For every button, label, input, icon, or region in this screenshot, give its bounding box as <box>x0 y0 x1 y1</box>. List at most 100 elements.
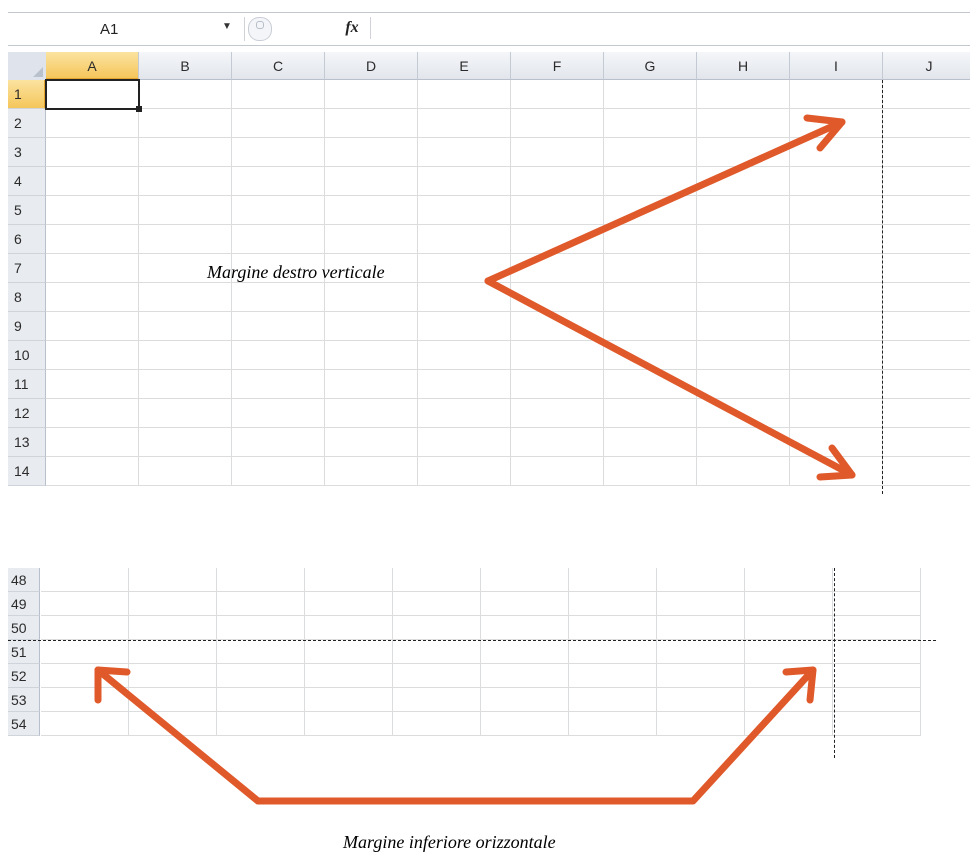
row-header-8[interactable]: 8 <box>8 283 46 312</box>
grid-cell[interactable] <box>305 616 393 640</box>
column-header-d[interactable]: D <box>325 52 418 80</box>
grid-cell[interactable] <box>41 640 129 664</box>
grid-cell[interactable] <box>569 712 657 736</box>
cell-e13[interactable] <box>418 428 511 457</box>
grid-cell[interactable] <box>305 568 393 592</box>
cell-h8[interactable] <box>697 283 790 312</box>
cell-a14[interactable] <box>46 457 139 486</box>
cell-e11[interactable] <box>418 370 511 399</box>
cell-c11[interactable] <box>232 370 325 399</box>
cell-e12[interactable] <box>418 399 511 428</box>
cell-d8[interactable] <box>325 283 418 312</box>
cell-d14[interactable] <box>325 457 418 486</box>
fill-handle[interactable] <box>136 106 142 112</box>
grid-cell[interactable] <box>569 592 657 616</box>
cell-e14[interactable] <box>418 457 511 486</box>
cell-g11[interactable] <box>604 370 697 399</box>
row-header-3[interactable]: 3 <box>8 138 46 167</box>
column-header-f[interactable]: F <box>511 52 604 80</box>
cell-j6[interactable] <box>883 225 970 254</box>
cell-g4[interactable] <box>604 167 697 196</box>
column-header-j[interactable]: J <box>883 52 970 80</box>
cell-i11[interactable] <box>790 370 883 399</box>
cell-d4[interactable] <box>325 167 418 196</box>
grid-cell[interactable] <box>217 616 305 640</box>
cell-e4[interactable] <box>418 167 511 196</box>
cell-h11[interactable] <box>697 370 790 399</box>
cell-e8[interactable] <box>418 283 511 312</box>
column-header-h[interactable]: H <box>697 52 790 80</box>
cell-c12[interactable] <box>232 399 325 428</box>
cell-i3[interactable] <box>790 138 883 167</box>
cell-h10[interactable] <box>697 341 790 370</box>
cell-i5[interactable] <box>790 196 883 225</box>
cell-d1[interactable] <box>325 80 418 109</box>
cell-b6[interactable] <box>139 225 232 254</box>
cell-h6[interactable] <box>697 225 790 254</box>
grid-cell[interactable] <box>657 688 745 712</box>
cell-a6[interactable] <box>46 225 139 254</box>
grid-cell[interactable] <box>569 688 657 712</box>
cell-i8[interactable] <box>790 283 883 312</box>
cell-b4[interactable] <box>139 167 232 196</box>
cell-c5[interactable] <box>232 196 325 225</box>
cell-f7[interactable] <box>511 254 604 283</box>
cell-b1[interactable] <box>139 80 232 109</box>
grid-cell[interactable] <box>41 568 129 592</box>
cell-j7[interactable] <box>883 254 970 283</box>
cell-i6[interactable] <box>790 225 883 254</box>
cell-g2[interactable] <box>604 109 697 138</box>
grid-cell[interactable] <box>41 664 129 688</box>
cell-b14[interactable] <box>139 457 232 486</box>
row-header-10[interactable]: 10 <box>8 341 46 370</box>
cell-c9[interactable] <box>232 312 325 341</box>
row-header-52[interactable]: 52 <box>8 664 40 688</box>
cell-e5[interactable] <box>418 196 511 225</box>
cell-f3[interactable] <box>511 138 604 167</box>
grid-cell[interactable] <box>305 664 393 688</box>
column-header-a[interactable]: A <box>46 52 139 80</box>
cell-b2[interactable] <box>139 109 232 138</box>
cell-f10[interactable] <box>511 341 604 370</box>
insert-function-icon[interactable]: fx <box>334 17 371 39</box>
cell-e3[interactable] <box>418 138 511 167</box>
cell-f2[interactable] <box>511 109 604 138</box>
grid-cell[interactable] <box>657 640 745 664</box>
cell-a4[interactable] <box>46 167 139 196</box>
grid-cell[interactable] <box>833 712 921 736</box>
cell-g9[interactable] <box>604 312 697 341</box>
cell-h14[interactable] <box>697 457 790 486</box>
cell-b13[interactable] <box>139 428 232 457</box>
row-header-50[interactable]: 50 <box>8 616 40 640</box>
formula-input[interactable] <box>372 17 970 39</box>
cell-a5[interactable] <box>46 196 139 225</box>
cell-f5[interactable] <box>511 196 604 225</box>
cell-a9[interactable] <box>46 312 139 341</box>
cell-c8[interactable] <box>232 283 325 312</box>
cell-e1[interactable] <box>418 80 511 109</box>
grid-cell[interactable] <box>393 640 481 664</box>
cell-c2[interactable] <box>232 109 325 138</box>
cell-h5[interactable] <box>697 196 790 225</box>
cell-a12[interactable] <box>46 399 139 428</box>
cell-g7[interactable] <box>604 254 697 283</box>
cell-b9[interactable] <box>139 312 232 341</box>
grid-cell[interactable] <box>305 592 393 616</box>
row-header-53[interactable]: 53 <box>8 688 40 712</box>
cell-i1[interactable] <box>790 80 883 109</box>
grid-cell[interactable] <box>833 664 921 688</box>
cell-c1[interactable] <box>232 80 325 109</box>
grid-cell[interactable] <box>217 664 305 688</box>
grid-cell[interactable] <box>393 712 481 736</box>
cell-h1[interactable] <box>697 80 790 109</box>
grid-cell[interactable] <box>481 712 569 736</box>
cell-j12[interactable] <box>883 399 970 428</box>
cell-c4[interactable] <box>232 167 325 196</box>
grid-cell[interactable] <box>129 568 217 592</box>
cell-i13[interactable] <box>790 428 883 457</box>
grid-cell[interactable] <box>393 664 481 688</box>
cell-g8[interactable] <box>604 283 697 312</box>
select-all-button[interactable] <box>8 52 47 81</box>
cell-h12[interactable] <box>697 399 790 428</box>
row-header-11[interactable]: 11 <box>8 370 46 399</box>
